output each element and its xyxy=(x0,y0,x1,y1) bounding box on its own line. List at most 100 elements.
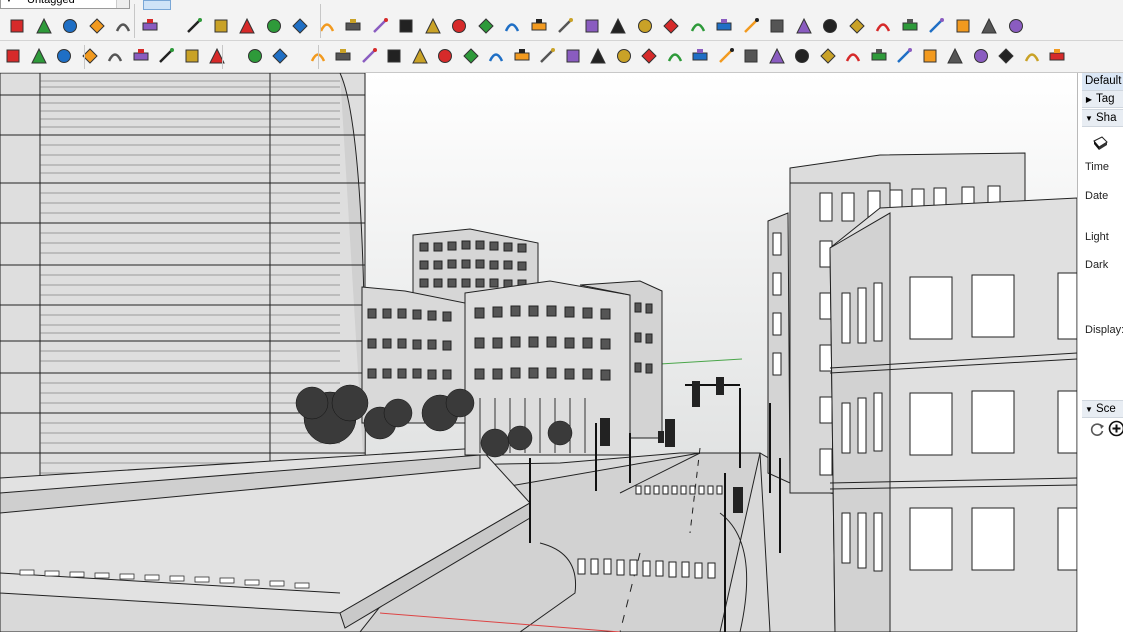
cube-dark-icon[interactable] xyxy=(954,17,972,35)
plus-red-icon[interactable] xyxy=(371,17,389,35)
ruby-icon[interactable] xyxy=(114,17,132,35)
rotate-icon[interactable] xyxy=(503,17,521,35)
curl-icon[interactable] xyxy=(513,47,531,65)
shadow-dark-label: Dark xyxy=(1085,259,1109,271)
arrow-right-icon[interactable] xyxy=(870,47,888,65)
puzzle-icon[interactable] xyxy=(636,17,654,35)
tray-section-label: Sha xyxy=(1096,112,1117,124)
arrow-icon[interactable] xyxy=(556,17,574,35)
settings-icon[interactable] xyxy=(208,47,226,65)
mesh-icon[interactable] xyxy=(946,47,964,65)
rotate-path-icon[interactable] xyxy=(615,47,633,65)
model-viewport[interactable] xyxy=(0,73,1077,632)
extrude-icon[interactable] xyxy=(411,47,429,65)
grid-yellow-2-icon[interactable] xyxy=(848,17,866,35)
path-icon[interactable] xyxy=(921,47,939,65)
checker-icon[interactable] xyxy=(157,47,175,65)
paint-icon[interactable] xyxy=(88,17,106,35)
sweep-icon[interactable] xyxy=(742,17,760,35)
table-icon[interactable] xyxy=(238,17,256,35)
gear-arrows-icon[interactable] xyxy=(662,17,680,35)
stairs-icon[interactable] xyxy=(972,47,990,65)
dots-icon[interactable] xyxy=(334,47,352,65)
shadow-date-label: Date xyxy=(1085,190,1109,202)
toolbar-separator xyxy=(84,45,85,69)
shadow-toggle-icon[interactable] xyxy=(1090,133,1110,153)
flip-icon[interactable] xyxy=(793,47,811,65)
tray-section-shadows[interactable]: ▼ Sha xyxy=(1082,109,1123,127)
fence-icon[interactable] xyxy=(1048,47,1066,65)
rect-icon[interactable] xyxy=(212,17,230,35)
circle-dash-icon[interactable] xyxy=(901,17,919,35)
box-icon[interactable] xyxy=(291,17,309,35)
slice-icon[interactable] xyxy=(589,47,607,65)
tray-section-label: Tag xyxy=(1096,93,1115,105)
arrow-dbl-icon[interactable] xyxy=(895,47,913,65)
ruler-icon[interactable] xyxy=(844,47,862,65)
chevron-down-icon: ▼ xyxy=(5,0,13,8)
drape-icon[interactable] xyxy=(717,47,735,65)
follow-icon[interactable] xyxy=(360,47,378,65)
shadow-display-label: Display: xyxy=(1085,324,1123,336)
slab-icon[interactable] xyxy=(997,47,1015,65)
material-icon[interactable] xyxy=(61,17,79,35)
stack-icon[interactable] xyxy=(55,47,73,65)
tag-dropdown-button[interactable] xyxy=(116,0,129,8)
refresh-icon[interactable] xyxy=(30,47,48,65)
info-icon[interactable] xyxy=(271,47,289,65)
hand-icon[interactable] xyxy=(742,47,760,65)
layer-icon[interactable] xyxy=(35,17,53,35)
u-turn-icon[interactable] xyxy=(715,17,733,35)
scissors-icon[interactable] xyxy=(385,47,403,65)
tray-section-label: Sce xyxy=(1096,403,1116,415)
toolbar-separator xyxy=(134,4,135,38)
plus-green-icon[interactable] xyxy=(397,17,415,35)
cloud-icon[interactable] xyxy=(183,47,201,65)
warning-icon[interactable] xyxy=(477,17,495,35)
plant-icon[interactable] xyxy=(132,47,150,65)
toolbar-row-1: ▼ Untagged xyxy=(0,0,1123,41)
tag-dropdown[interactable]: ▼ Untagged xyxy=(0,0,130,9)
column-icon[interactable] xyxy=(691,47,709,65)
solid-icon[interactable] xyxy=(4,47,22,65)
twist-icon[interactable] xyxy=(487,47,505,65)
cone-icon[interactable] xyxy=(450,17,468,35)
cube-light-icon[interactable] xyxy=(980,17,998,35)
grid-small-icon[interactable] xyxy=(927,17,945,35)
curve-icon[interactable] xyxy=(344,17,362,35)
chart-icon[interactable] xyxy=(768,17,786,35)
grid-yellow-icon[interactable] xyxy=(821,17,839,35)
bend-icon[interactable] xyxy=(436,47,454,65)
warp-icon[interactable] xyxy=(768,47,786,65)
box-3d-icon[interactable] xyxy=(462,47,480,65)
star-icon[interactable] xyxy=(583,17,601,35)
roof-icon[interactable] xyxy=(1023,47,1041,65)
tree-icon[interactable] xyxy=(106,47,124,65)
component-icon[interactable] xyxy=(8,17,26,35)
fold-icon[interactable] xyxy=(564,47,582,65)
layers-icon[interactable] xyxy=(819,47,837,65)
orbit-icon[interactable] xyxy=(185,17,203,35)
tray-section-tags[interactable]: ▶ Tag xyxy=(1082,90,1123,108)
tray-section-scenes[interactable]: ▼ Sce xyxy=(1082,400,1123,418)
dual-cube-icon[interactable] xyxy=(1007,17,1025,35)
refresh-scene-icon[interactable] xyxy=(1089,421,1105,437)
corner-icon[interactable] xyxy=(538,47,556,65)
toolbar-separator xyxy=(222,45,223,69)
grid-orange-icon[interactable] xyxy=(795,17,813,35)
camera-icon[interactable] xyxy=(689,17,707,35)
scatter-icon[interactable] xyxy=(874,17,892,35)
toolbar-separator xyxy=(320,4,321,38)
offset-icon[interactable] xyxy=(640,47,658,65)
mail-icon[interactable] xyxy=(246,47,264,65)
spiral-icon[interactable] xyxy=(530,17,548,35)
bars-icon[interactable] xyxy=(666,47,684,65)
select-tool-button[interactable] xyxy=(143,0,171,10)
flag-icon[interactable] xyxy=(265,17,283,35)
tag-dropdown-value: Untagged xyxy=(27,0,75,6)
chevron-down-icon: ▼ xyxy=(1085,114,1093,123)
eraser-icon[interactable] xyxy=(141,17,159,35)
cube-icon[interactable] xyxy=(609,17,627,35)
add-scene-icon[interactable] xyxy=(1108,420,1123,437)
move-icon[interactable] xyxy=(424,17,442,35)
